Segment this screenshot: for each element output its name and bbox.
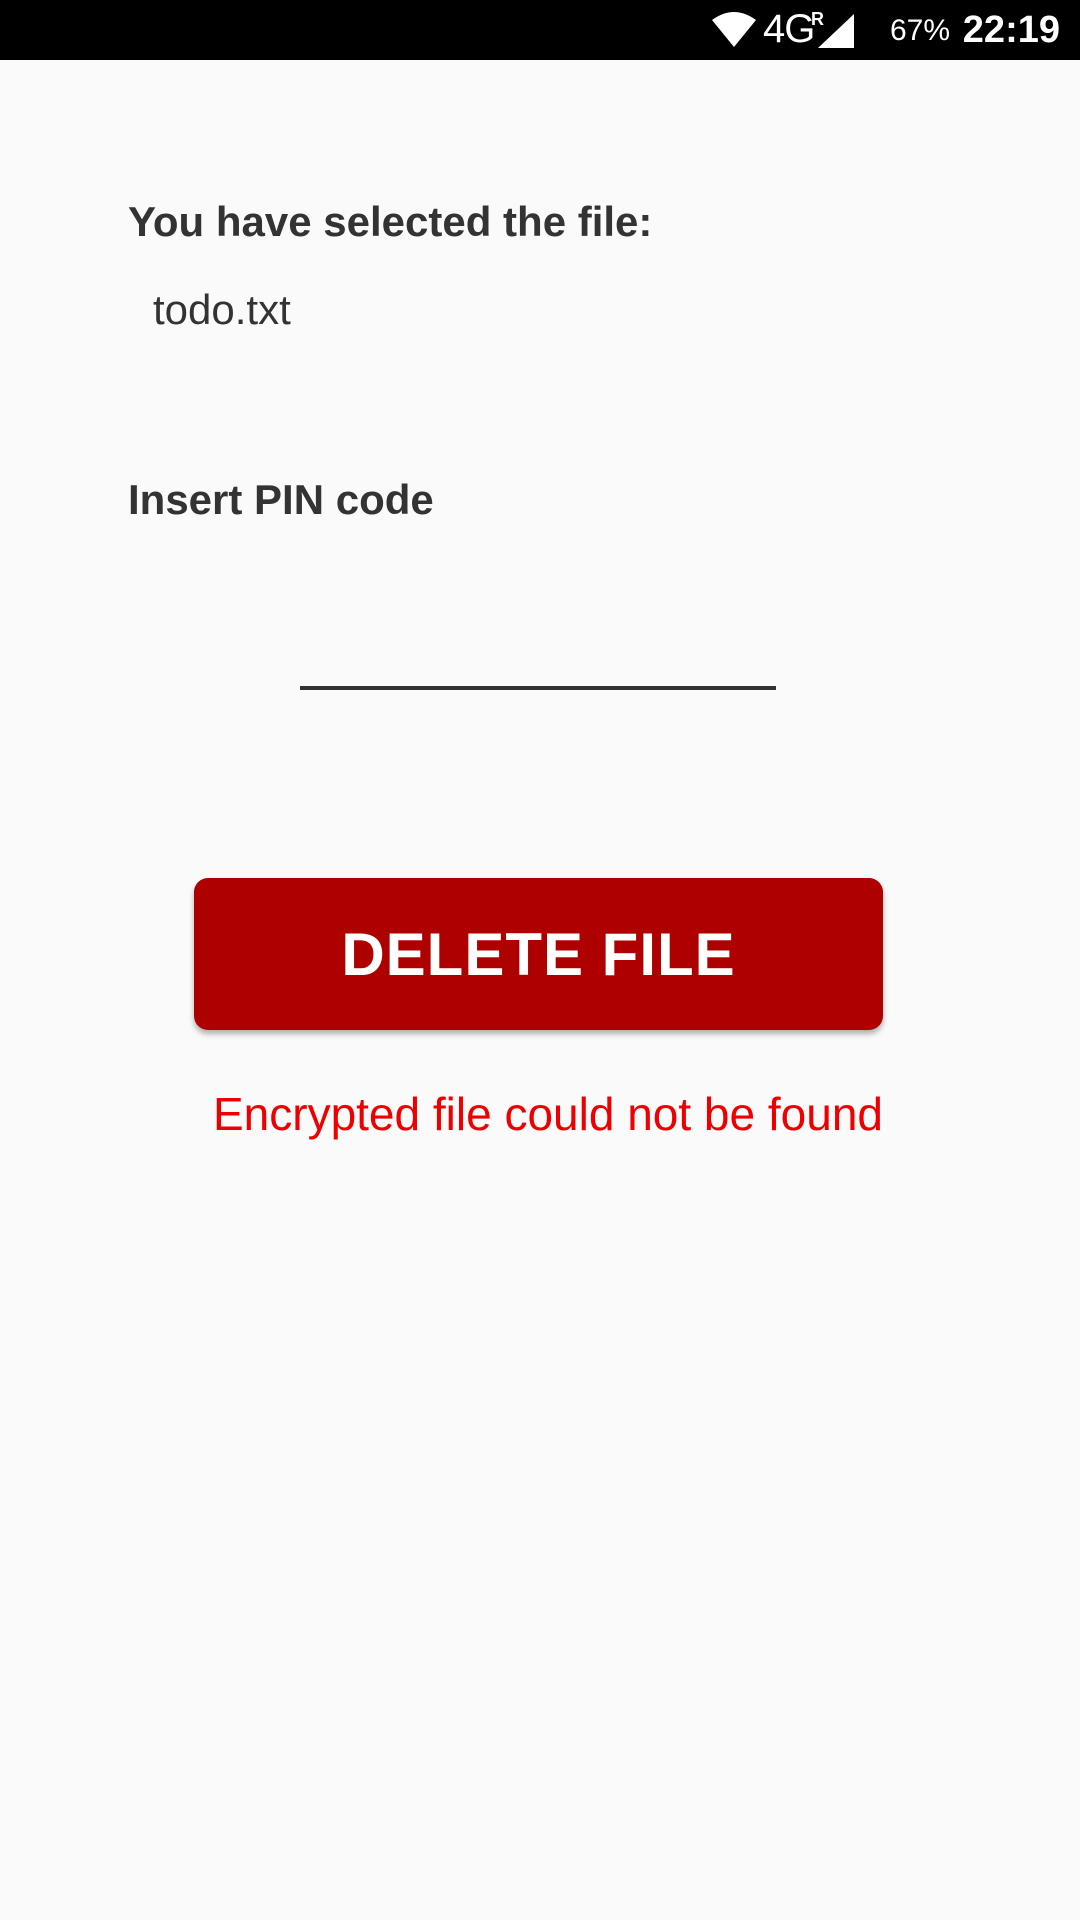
status-bar: 4G R 67% 22:19 [0, 0, 1080, 60]
error-message: Encrypted file could not be found [212, 1088, 883, 1140]
pin-input[interactable] [300, 600, 776, 690]
pin-label: Insert PIN code [128, 476, 434, 523]
network-type: 4G [763, 7, 815, 51]
selected-file-name: todo.txt [153, 286, 291, 333]
delete-file-button[interactable]: DELETE FILE [194, 878, 883, 1030]
signal-icon [818, 14, 854, 48]
selected-file-label: You have selected the file: [128, 198, 653, 245]
status-clock: 22:19 [962, 9, 1060, 51]
wifi-icon [712, 12, 756, 47]
battery-percentage: 67% [890, 14, 951, 47]
